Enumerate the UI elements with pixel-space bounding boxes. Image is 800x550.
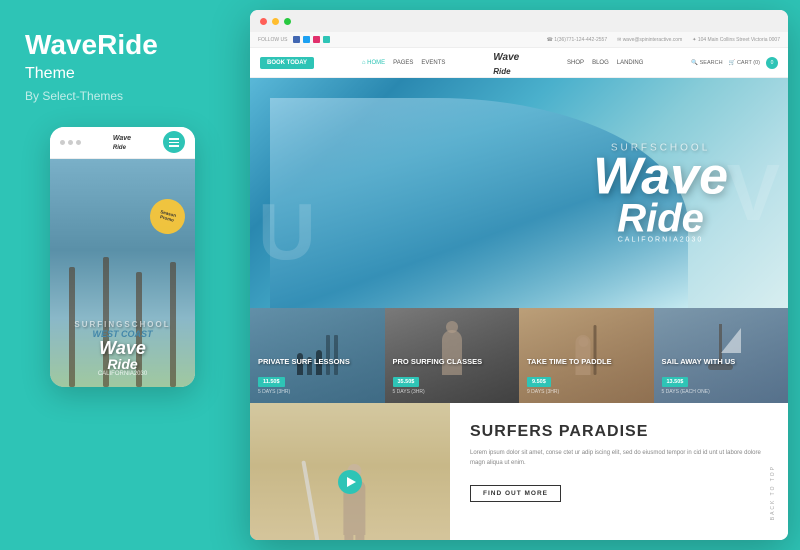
surfers-description: Lorem ipsum dolor sit amet, conse ctet u…: [470, 449, 768, 468]
play-icon: [347, 477, 356, 487]
card-2-badge: 35.50$: [393, 377, 420, 387]
card-4-days: 5 DAYS (EACH ONE): [662, 389, 781, 395]
nav-right-links: SHOP BLOG LANDING: [567, 60, 643, 66]
card-sail[interactable]: SAIL AWAY WITH US 13.50$ 5 DAYS (EACH ON…: [654, 308, 789, 403]
card-1-days: 5 DAYS (3HR): [258, 389, 377, 395]
card-3-badge: 9.50$: [527, 377, 551, 387]
search-link[interactable]: 🔍 SEARCH: [691, 60, 722, 66]
nav-home-link[interactable]: ⌂ HOME: [362, 60, 385, 66]
mobile-dots: [60, 140, 81, 145]
card-1-badge: 11.50$: [258, 377, 285, 387]
site-topbar: FOLLOW US ☎ 1(36)771-124-442-2557 ✉ wave…: [250, 32, 788, 48]
address-text: ✦ 104 Main Collins Street Victoria 0007: [692, 37, 780, 43]
browser-mockup: FOLLOW US ☎ 1(36)771-124-442-2557 ✉ wave…: [250, 10, 788, 540]
chrome-maximize-dot[interactable]: [284, 18, 291, 25]
mobile-hero-image: SeasonPromo SURFINGSCHOOL WEST COAST Wav…: [50, 159, 195, 387]
cart-count-badge: 0: [766, 57, 778, 69]
mobile-top-bar: WaveRide: [50, 127, 195, 159]
card-4-title: SAIL AWAY WITH US: [662, 357, 781, 366]
play-button[interactable]: [338, 470, 362, 494]
card-3-days: 9 DAYS (3HR): [527, 389, 646, 395]
brand-subtitle: Theme: [25, 65, 220, 83]
back-to-top-label[interactable]: BACK TO TOP: [770, 465, 776, 520]
social-icon[interactable]: [323, 36, 330, 43]
cart-link[interactable]: 🛒 CART (0): [729, 60, 760, 66]
card-2-title: PRO SURFING CLASSES: [393, 357, 512, 366]
left-panel: WaveRide Theme By Select-Themes WaveRide: [0, 0, 245, 550]
brand-title: WaveRide: [25, 30, 220, 61]
bottom-surfer-image: [250, 403, 450, 540]
nav-events-link[interactable]: EVENTS: [421, 60, 445, 66]
mobile-dot-3: [76, 140, 81, 145]
book-today-button[interactable]: BOOK TODAY: [260, 57, 314, 69]
mobile-wave-text: Wave: [74, 339, 170, 357]
email-text: ✉ wave@spininteractive.com: [617, 37, 682, 43]
hero-v-letter: V: [727, 147, 780, 239]
bottom-text-area: SURFERS PARADISE Lorem ipsum dolor sit a…: [450, 403, 788, 540]
site-hero: U V SURFSCHOOL Wave Ride CALIFORNIA2030: [250, 78, 788, 308]
card-1-title: PRIVATE SURF LESSONS: [258, 357, 377, 366]
mobile-hero-overlay: SURFINGSCHOOL WEST COAST Wave Ride CALIF…: [74, 320, 170, 377]
card-3-content: TAKE TIME TO PADDLE 9.50$ 9 DAYS (3HR): [527, 357, 646, 395]
surfers-paradise-title: SURFERS PARADISE: [470, 423, 768, 441]
browser-chrome: [250, 10, 788, 32]
mobile-wave-text2: Ride: [74, 357, 170, 371]
menu-line-1: [169, 138, 179, 140]
chrome-minimize-dot[interactable]: [272, 18, 279, 25]
nav-utilities: 🔍 SEARCH 🛒 CART (0) 0: [691, 57, 778, 69]
card-4-badge: 13.50$: [662, 377, 689, 387]
nav-blog-link[interactable]: BLOG: [592, 60, 609, 66]
hero-sub-text: CALIFORNIA2030: [593, 236, 728, 243]
nav-left-links: ⌂ HOME PAGES EVENTS: [362, 60, 446, 66]
mobile-dot-1: [60, 140, 65, 145]
card-1-content: PRIVATE SURF LESSONS 11.50$ 5 DAYS (3HR): [258, 357, 377, 395]
twitter-icon[interactable]: [303, 36, 310, 43]
card-2-days: 5 DAYS (3HR): [393, 389, 512, 395]
card-surf-lessons[interactable]: PRIVATE SURF LESSONS 11.50$ 5 DAYS (3HR): [250, 308, 385, 403]
card-4-content: SAIL AWAY WITH US 13.50$ 5 DAYS (EACH ON…: [662, 357, 781, 395]
follow-us-label: FOLLOW US: [258, 37, 287, 43]
menu-line-3: [169, 145, 179, 147]
nav-shop-link[interactable]: SHOP: [567, 60, 584, 66]
cards-row: PRIVATE SURF LESSONS 11.50$ 5 DAYS (3HR)…: [250, 308, 788, 403]
site-logo: Wave Ride: [493, 49, 519, 77]
hero-ride-text: Ride: [593, 200, 728, 236]
mobile-sub-text: CALIFORNIA2030: [74, 371, 170, 377]
brand-by: By Select-Themes: [25, 89, 220, 103]
card-2-content: PRO SURFING CLASSES 35.50$ 5 DAYS (3HR): [393, 357, 512, 395]
instagram-icon[interactable]: [313, 36, 320, 43]
mobile-dot-2: [68, 140, 73, 145]
menu-line-2: [169, 142, 179, 144]
card-paddle[interactable]: TAKE TIME TO PADDLE 9.50$ 9 DAYS (3HR): [519, 308, 654, 403]
facebook-icon[interactable]: [293, 36, 300, 43]
hero-u-letter: U: [258, 186, 316, 278]
nav-pages-link[interactable]: PAGES: [393, 60, 413, 66]
card-3-title: TAKE TIME TO PADDLE: [527, 357, 646, 366]
site-navbar: BOOK TODAY ⌂ HOME PAGES EVENTS Wave Ride…: [250, 48, 788, 78]
card-surfing-classes[interactable]: PRO SURFING CLASSES 35.50$ 5 DAYS (3HR): [385, 308, 520, 403]
bottom-section: SURFERS PARADISE Lorem ipsum dolor sit a…: [250, 403, 788, 540]
hero-wave-text: Wave: [593, 154, 728, 201]
hero-content: SURFSCHOOL Wave Ride CALIFORNIA2030: [593, 143, 728, 244]
find-out-more-button[interactable]: FIND OUT MORE: [470, 485, 561, 502]
phone-text: ☎ 1(36)771-124-442-2557: [547, 37, 607, 43]
mobile-logo: WaveRide: [113, 133, 131, 151]
chrome-close-dot[interactable]: [260, 18, 267, 25]
mobile-menu-icon[interactable]: [163, 131, 185, 153]
nav-landing-link[interactable]: LANDING: [617, 60, 644, 66]
mobile-mockup: WaveRide SeasonPromo: [50, 127, 195, 387]
